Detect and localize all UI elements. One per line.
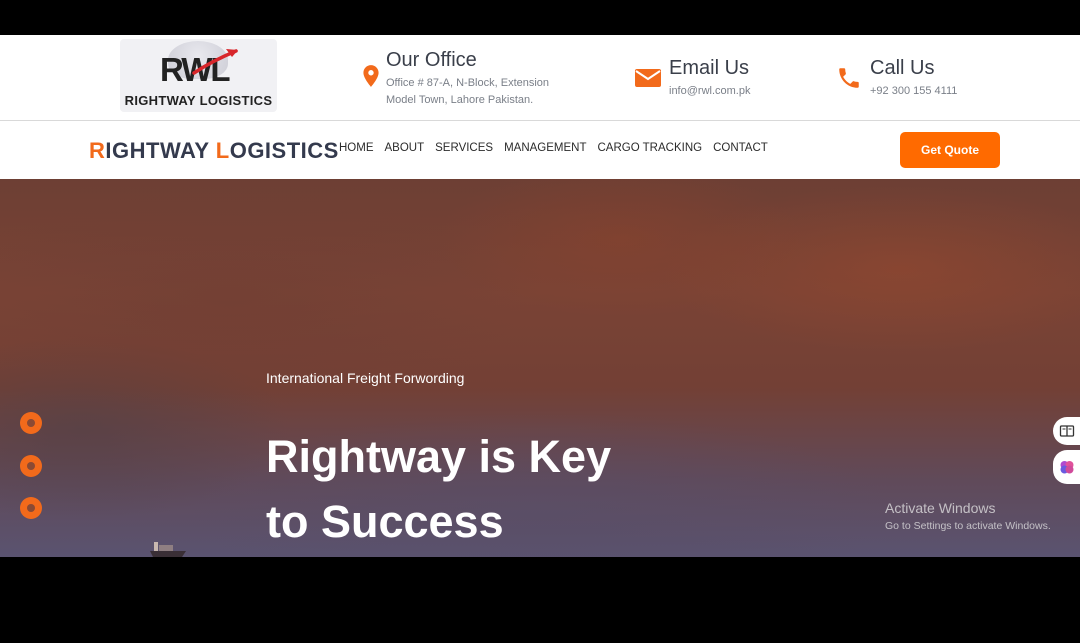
bottom-black-strip [0, 557, 1080, 643]
watermark-subtitle: Go to Settings to activate Windows. [885, 520, 1051, 532]
office-address: Office # 87-A, N-Block, Extension Model … [386, 75, 549, 109]
nav-contact[interactable]: CONTACT [713, 142, 768, 154]
location-pin-icon [363, 65, 379, 87]
nav-management[interactable]: MANAGEMENT [504, 142, 586, 154]
nav-menu: HOME ABOUT SERVICES MANAGEMENT CARGO TRA… [339, 142, 768, 154]
top-black-strip [0, 0, 1080, 35]
office-title: Our Office [386, 49, 477, 71]
hero-title-line1: Rightway is Key [266, 431, 612, 482]
get-quote-button[interactable]: Get Quote [900, 132, 1000, 168]
office-address-line2: Model Town, Lahore Pakistan. [386, 94, 534, 106]
call-info: Call Us +92 300 155 4111 [836, 57, 996, 117]
book-icon [1059, 425, 1074, 437]
phone-number[interactable]: +92 300 155 4111 [870, 83, 957, 100]
main-nav-bar: RIGHTWAY LOGISTICS HOME ABOUT SERVICES M… [0, 121, 1080, 179]
email-info: Email Us info@rwl.com.pk [635, 57, 795, 117]
office-address-line1: Office # 87-A, N-Block, Extension [386, 77, 550, 89]
nav-home[interactable]: HOME [339, 142, 374, 154]
logo-wordmark: RIGHTWAY LOGISTICS [124, 93, 273, 108]
email-address[interactable]: info@rwl.com.pk [669, 83, 750, 100]
ai-assistant-button[interactable] [1053, 450, 1080, 484]
info-header: RWL RIGHTWAY LOGISTICS Our Office Office… [0, 35, 1080, 121]
slider-dot-2[interactable] [20, 455, 42, 477]
hero-subtitle: International Freight Forwording [266, 370, 465, 386]
call-title: Call Us [870, 57, 935, 79]
reader-mode-button[interactable] [1053, 417, 1080, 445]
nav-about[interactable]: ABOUT [385, 142, 425, 154]
brain-icon [1060, 461, 1073, 474]
brand-wordmark[interactable]: RIGHTWAY LOGISTICS [89, 138, 339, 164]
watermark-title: Activate Windows [885, 500, 996, 516]
slider-dot-1[interactable] [20, 412, 42, 434]
nav-cargo-tracking[interactable]: CARGO TRACKING [598, 142, 703, 154]
hero-banner: International Freight Forwording Rightwa… [0, 179, 1080, 557]
phone-icon [839, 68, 859, 88]
activate-windows-watermark: Activate Windows Go to Settings to activ… [885, 500, 1051, 532]
slider-dot-3[interactable] [20, 497, 42, 519]
company-logo[interactable]: RWL RIGHTWAY LOGISTICS [120, 39, 277, 112]
envelope-icon [635, 69, 661, 87]
office-info: Our Office Office # 87-A, N-Block, Exten… [358, 49, 578, 109]
nav-services[interactable]: SERVICES [435, 142, 493, 154]
airplane-swoosh-icon [192, 49, 238, 75]
hero-title: Rightway is Key to Success [266, 424, 611, 554]
ship-silhouette-icon [150, 542, 186, 557]
email-title: Email Us [669, 57, 750, 79]
hero-title-line2: to Success [266, 496, 504, 547]
